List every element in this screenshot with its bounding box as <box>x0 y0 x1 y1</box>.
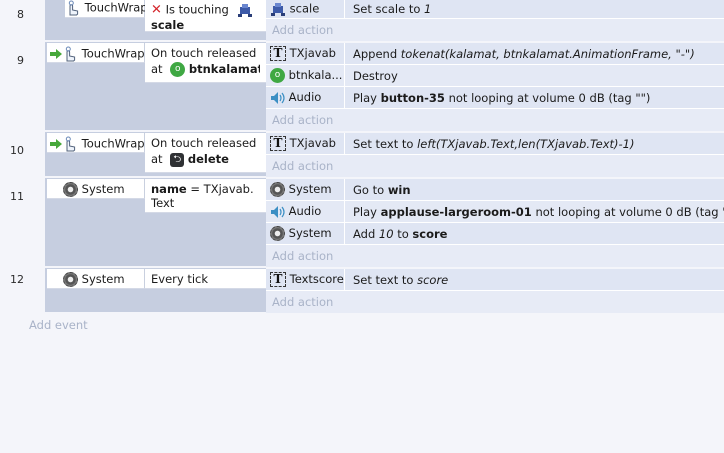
action-row[interactable]: Audio Play applause-largeroom-01 not loo… <box>266 201 724 223</box>
action-text: Destroy <box>353 69 398 83</box>
condition-target: btnkalamat <box>188 62 260 76</box>
condition-cell[interactable]: ✕ Is touching scale <box>145 0 266 32</box>
event-object-cell[interactable]: TouchWrap <box>47 43 145 63</box>
touch-icon <box>65 0 81 16</box>
action-row[interactable]: scale Set scale to 1 <box>266 0 724 19</box>
event-number: 11 <box>10 190 24 203</box>
system-gear-icon <box>270 226 285 241</box>
invert-x-icon: ✕ <box>151 2 162 18</box>
condition-cell[interactable]: On touch released at o btnkalamat <box>145 43 266 83</box>
action-text: Set scale to 1 <box>353 2 432 16</box>
system-gear-icon <box>63 182 78 197</box>
add-action-link[interactable]: Add action <box>266 245 724 267</box>
action-row[interactable]: System Add 10 to score <box>266 223 724 245</box>
condition-target: delete <box>187 152 229 166</box>
event-object-cell[interactable]: System <box>47 179 145 199</box>
action-text: Set text to score <box>353 273 449 287</box>
action-row[interactable]: T Textscore Set text to score <box>266 269 724 291</box>
touch-icon <box>62 136 78 152</box>
trigger-arrow-icon <box>50 48 62 59</box>
action-object: System <box>288 226 332 240</box>
sprite-icon <box>270 1 286 17</box>
event-object-name: System <box>81 182 125 196</box>
action-object: System <box>288 182 332 196</box>
action-row[interactable]: T TXjavab Set text to left(TXjavab.Text,… <box>266 133 724 155</box>
add-action-link[interactable]: Add action <box>266 155 724 177</box>
condition-cell[interactable]: On touch released at ⮌ delete <box>145 133 266 173</box>
add-action-link[interactable]: Add action <box>266 109 724 131</box>
event-object-cell[interactable]: System <box>47 269 145 289</box>
system-gear-icon <box>63 272 78 287</box>
action-text: Append tokenat(kalamat, btnkalamat.Anima… <box>353 47 695 61</box>
event-number: 12 <box>10 273 24 286</box>
trigger-arrow-icon <box>50 138 62 149</box>
add-action-link[interactable]: Add action <box>266 19 724 41</box>
event-object-cell[interactable]: TouchWrap <box>65 0 148 18</box>
action-row[interactable]: o btnkala... Destroy <box>266 65 724 87</box>
text-object-icon: T <box>270 46 286 61</box>
condition-text: Every tick <box>151 272 209 286</box>
condition-text-cont: Text <box>151 196 175 210</box>
event-number: 8 <box>17 8 24 21</box>
sprite-icon <box>237 2 253 18</box>
condition-cell[interactable]: Every tick <box>145 269 266 289</box>
action-text: Go to win <box>353 183 411 197</box>
action-text: Play button-35 not looping at volume 0 d… <box>353 91 651 105</box>
speaker-icon <box>270 205 285 219</box>
speaker-icon <box>270 91 285 105</box>
event-number: 9 <box>17 54 24 67</box>
action-object: TXjavab <box>289 46 336 60</box>
action-text: Set text to left(TXjavab.Text,len(TXjava… <box>353 137 635 151</box>
event-object-cell[interactable]: TouchWrap <box>47 133 145 153</box>
touch-icon <box>62 46 78 62</box>
action-row[interactable]: System Go to win <box>266 179 724 201</box>
condition-text: Is touching <box>165 2 229 17</box>
action-object: Audio <box>288 204 322 218</box>
condition-text: On touch released <box>151 136 257 150</box>
condition-text: name = TXjavab. <box>151 182 254 196</box>
button-object-icon: o <box>270 68 285 83</box>
event-object-name: TouchWrap <box>81 136 145 151</box>
action-object: Textscore <box>289 272 344 286</box>
action-object: TXjavab <box>289 136 336 150</box>
add-action-link[interactable]: Add action <box>266 291 724 313</box>
action-row[interactable]: T TXjavab Append tokenat(kalamat, btnkal… <box>266 43 724 65</box>
event-number: 10 <box>10 144 24 157</box>
event-object-name: System <box>81 272 125 286</box>
condition-cell[interactable]: name = TXjavab. Text <box>145 179 266 213</box>
delete-button-icon: ⮌ <box>170 152 185 167</box>
system-gear-icon <box>270 182 285 197</box>
condition-target: scale <box>151 18 185 32</box>
button-object-icon: o <box>170 62 186 77</box>
action-object: btnkala... <box>288 68 343 82</box>
condition-text: On touch released <box>151 46 257 60</box>
add-event-link[interactable]: Add event <box>29 318 88 332</box>
event-object-name: TouchWrap <box>84 0 148 15</box>
action-row[interactable]: Audio Play button-35 not looping at volu… <box>266 87 724 109</box>
action-text: Play applause-largeroom-01 not looping a… <box>353 205 724 219</box>
action-text: Add 10 to score <box>353 227 448 241</box>
event-object-name: TouchWrap <box>81 46 145 61</box>
text-object-icon: T <box>270 136 286 151</box>
action-object: Audio <box>288 90 322 104</box>
action-object: scale <box>289 1 320 16</box>
text-object-icon: T <box>270 272 286 287</box>
